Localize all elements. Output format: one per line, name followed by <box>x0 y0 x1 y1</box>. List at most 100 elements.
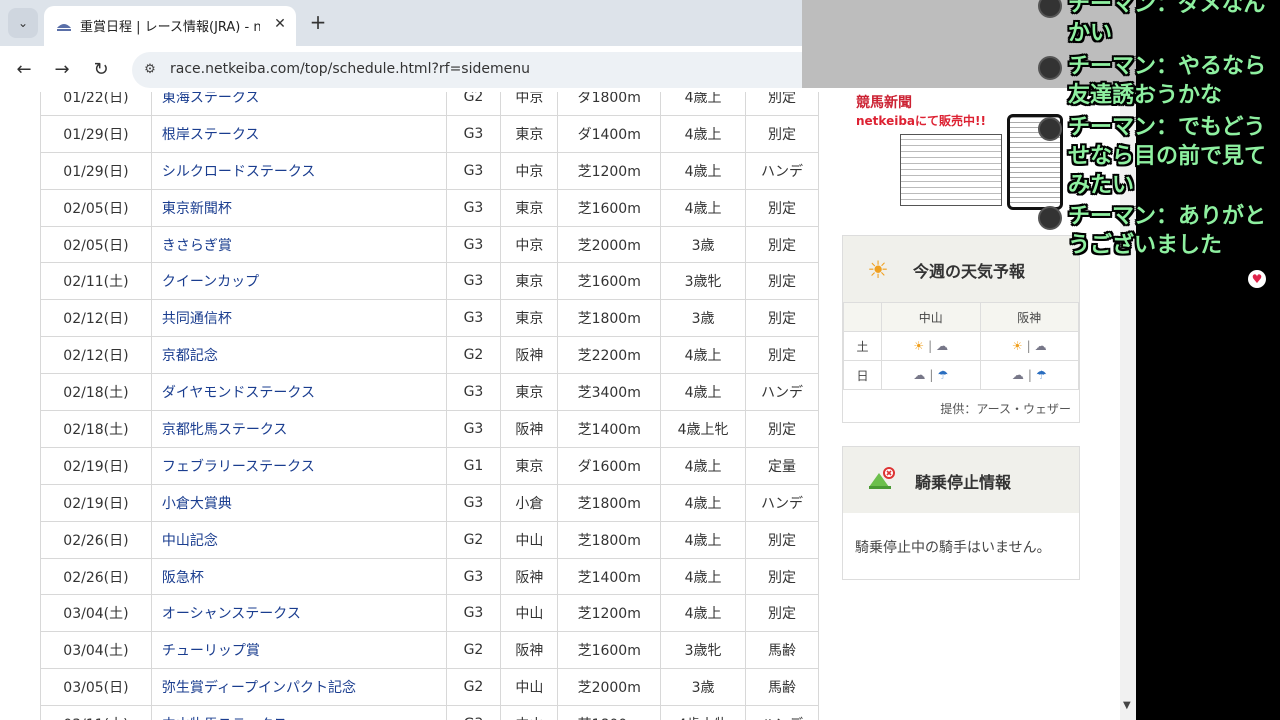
sun-icon: ☀ <box>913 339 925 353</box>
table-row: 02/19(日) フェブラリーステークス G1 東京 ダ1600m 4歳上 定量 <box>40 446 819 485</box>
active-tab[interactable]: 重賞日程 | レース情報(JRA) - netk ✕ <box>44 6 296 46</box>
close-icon[interactable]: ✕ <box>270 14 290 34</box>
race-name-link[interactable]: クイーンカップ <box>150 262 447 301</box>
back-arrow-icon[interactable]: ← <box>12 58 36 82</box>
netkeiba-favicon-icon <box>57 24 71 31</box>
table-row: 03/11(土)中山牝馬ステークスG3中山芝1800m4歳上牝ハンデ <box>40 705 819 720</box>
race-name-link[interactable]: 小倉大賞典 <box>150 483 447 522</box>
race-grade: G2 <box>445 336 502 375</box>
race-course: 小倉 <box>500 483 559 522</box>
weather-row: 日 ☁ | ☂ ☁ | ☂ <box>843 360 1079 390</box>
race-date: 02/26(日) <box>40 520 152 559</box>
race-age: 4歳上 <box>660 594 747 633</box>
race-condition: ハンデ <box>745 483 819 522</box>
chat-avatar <box>1038 206 1062 230</box>
race-course: 東京 <box>500 373 559 412</box>
race-name-link[interactable]: オーシャンステークス <box>150 594 447 633</box>
newspaper-ad-banner[interactable]: 競馬新聞 netkeibaにて販売中!! <box>842 92 1078 212</box>
race-date: 02/05(日) <box>40 188 152 227</box>
race-course: 阪神 <box>500 410 559 448</box>
race-grade: G3 <box>445 114 502 153</box>
race-course: 中京 <box>500 92 559 116</box>
race-date: 03/05(日) <box>40 668 152 707</box>
chat-message: チーマン：やるなら友達誘おうかな <box>1068 54 1267 108</box>
race-grade: G3 <box>445 151 502 190</box>
race-condition: 別定 <box>745 336 819 375</box>
tab-search-button[interactable]: ⌄ <box>8 8 38 38</box>
new-tab-button[interactable]: + <box>306 10 330 34</box>
race-name-link[interactable]: 京都牝馬ステークス <box>150 410 447 448</box>
race-grade: G3 <box>445 188 502 227</box>
cloud-icon: ☁ <box>936 339 949 353</box>
race-grade: G1 <box>445 446 502 485</box>
race-name-link[interactable]: 中山牝馬ステークス <box>150 705 447 720</box>
race-distance: 芝2000m <box>557 668 662 707</box>
race-distance: 芝1800m <box>557 483 662 522</box>
race-course: 阪神 <box>500 631 559 670</box>
race-grade: G2 <box>445 520 502 559</box>
table-row: 02/26(日) 中山記念 G2 中山 芝1800m 4歳上 別定 <box>40 520 819 559</box>
race-name-link[interactable]: 阪急杯 <box>150 557 447 596</box>
race-distance: 芝1200m <box>557 594 662 633</box>
weather-table: 中山 阪神 土 ☀ | ☁ ☀ | ☁ 日 ☁ | ☂ ☁ | ☂ <box>843 302 1079 390</box>
race-age: 4歳上 <box>660 188 747 227</box>
race-distance: 芝1600m <box>557 188 662 227</box>
forward-arrow-icon[interactable]: → <box>50 58 74 82</box>
table-row: 03/04(土) チューリップ賞 G2 阪神 芝1600m 3歳牝 馬齢 <box>40 631 819 670</box>
race-age: 4歳上 <box>660 92 747 116</box>
race-distance: ダ1600m <box>557 446 662 485</box>
url-text[interactable]: race.netkeiba.com/top/schedule.html?rf=s… <box>170 61 530 77</box>
race-distance: 芝3400m <box>557 373 662 412</box>
race-grade: G3 <box>445 594 502 633</box>
chat-message: チーマン：ありがとうございました <box>1068 204 1267 258</box>
race-name-link[interactable]: 東京新聞杯 <box>150 188 447 227</box>
weather-separator: | <box>928 339 933 353</box>
race-course: 東京 <box>500 262 559 301</box>
newspaper-image <box>900 134 1002 206</box>
race-age: 4歳上 <box>660 520 747 559</box>
race-age: 4歳上 <box>660 336 747 375</box>
race-condition: 別定 <box>745 262 819 301</box>
reload-icon[interactable]: ↻ <box>89 58 113 82</box>
race-condition: ハンデ <box>745 705 819 720</box>
race-name-link[interactable]: 京都記念 <box>150 336 447 375</box>
race-name-link[interactable]: 根岸ステークス <box>150 114 447 153</box>
cloud-icon: ☁ <box>913 368 926 382</box>
race-course: 阪神 <box>500 557 559 596</box>
race-age: 4歳上 <box>660 557 747 596</box>
race-name-link[interactable]: シルクロードステークス <box>150 151 447 190</box>
cloud-icon: ☁ <box>1011 368 1024 382</box>
race-name-link[interactable]: フェブラリーステークス <box>150 446 447 485</box>
scroll-down-arrow-icon[interactable]: ▼ <box>1123 700 1131 711</box>
race-date: 01/29(日) <box>40 151 152 190</box>
race-name-link[interactable]: 東海ステークス <box>150 92 447 116</box>
race-grade: G3 <box>445 262 502 301</box>
race-name-link[interactable]: チューリップ賞 <box>150 631 447 670</box>
chevron-down-icon: ⌄ <box>17 16 29 30</box>
race-name-link[interactable]: 共同通信杯 <box>150 299 447 338</box>
race-condition: 馬齢 <box>745 631 819 670</box>
tab-title: 重賞日程 | レース情報(JRA) - netk <box>80 20 260 35</box>
heart-icon: ♥ <box>1248 270 1266 288</box>
race-grade: G3 <box>445 557 502 596</box>
race-name-link[interactable]: 中山記念 <box>150 520 447 559</box>
weather-row: 土 ☀ | ☁ ☀ | ☁ <box>843 331 1079 361</box>
race-course: 中京 <box>500 225 559 264</box>
race-condition: 別定 <box>745 557 819 596</box>
address-bar[interactable]: ⚙ race.netkeiba.com/top/schedule.html?rf… <box>132 52 832 88</box>
weather-separator: | <box>1027 368 1032 382</box>
weather-corner <box>843 302 882 332</box>
weather-day-label: 土 <box>843 331 882 361</box>
site-info-icon[interactable]: ⚙ <box>140 60 160 80</box>
table-row: 03/04(土) オーシャンステークス G3 中山 芝1200m 4歳上 別定 <box>40 594 819 633</box>
suspension-message: 騎乗停止中の騎手はいません。 <box>855 540 1051 556</box>
race-condition: 定量 <box>745 446 819 485</box>
race-condition: 別定 <box>745 594 819 633</box>
race-distance: 芝2200m <box>557 336 662 375</box>
race-name-link[interactable]: ダイヤモンドステークス <box>150 373 447 412</box>
race-name-link[interactable]: 弥生賞ディープインパクト記念 <box>150 668 447 707</box>
race-age: 4歳上 <box>660 151 747 190</box>
race-name-link[interactable]: きさらぎ賞 <box>150 225 447 264</box>
race-age: 4歳上牝 <box>660 705 747 720</box>
race-age: 4歳上 <box>660 483 747 522</box>
